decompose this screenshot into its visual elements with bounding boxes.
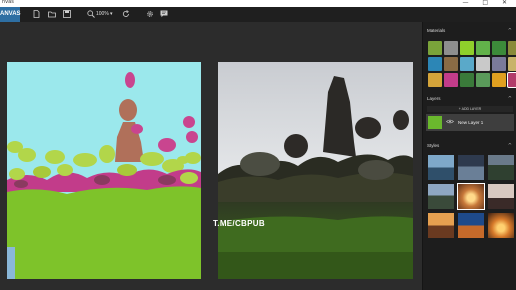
- collapse-styles-icon[interactable]: ^: [508, 143, 512, 149]
- style-thumb-3[interactable]: [488, 155, 514, 180]
- save-icon[interactable]: [63, 10, 71, 20]
- app-logo: ANVAS: [0, 7, 21, 22]
- material-straw[interactable]: [428, 73, 442, 87]
- reset-view-icon[interactable]: [122, 10, 130, 20]
- feedback-icon[interactable]: [160, 10, 168, 20]
- settings-icon[interactable]: [146, 10, 154, 20]
- style-thumb-2[interactable]: [458, 155, 484, 180]
- material-flower[interactable]: [444, 73, 458, 87]
- material-hill[interactable]: [508, 41, 516, 55]
- style-thumb-6[interactable]: [488, 184, 514, 209]
- open-file-icon[interactable]: [48, 10, 56, 20]
- window-controls[interactable]: — □ ✕: [462, 0, 513, 6]
- style-thumb-5[interactable]: [457, 183, 485, 210]
- style-thumb-7[interactable]: [428, 213, 454, 238]
- style-thumb-4[interactable]: [428, 184, 454, 209]
- collapse-layers-icon[interactable]: ^: [508, 96, 512, 102]
- material-sky[interactable]: [460, 57, 474, 71]
- materials-heading: Materials: [427, 28, 446, 33]
- layer-name: New Layer 1: [458, 120, 484, 125]
- close-button[interactable]: ✕: [502, 0, 513, 6]
- material-tree-2[interactable]: [460, 73, 474, 87]
- right-panel: Materials ^ Layers ^ + ADD LAYER New Lay…: [422, 22, 516, 290]
- material-bush[interactable]: [492, 41, 506, 55]
- segmentation-canvas[interactable]: [7, 62, 201, 279]
- layers-heading: Layers: [427, 96, 441, 101]
- material-cloth[interactable]: [507, 72, 516, 88]
- zoom-icon[interactable]: [87, 10, 95, 20]
- new-file-icon[interactable]: [33, 10, 40, 20]
- material-grass[interactable]: [460, 41, 474, 55]
- material-plant[interactable]: [476, 73, 490, 87]
- title-bar: nvas — □ ✕: [0, 0, 516, 7]
- styles-grid: [428, 155, 514, 238]
- add-layer-button[interactable]: + ADD LAYER: [427, 106, 513, 112]
- style-thumb-8[interactable]: [458, 213, 484, 238]
- minimize-button[interactable]: —: [462, 0, 474, 6]
- material-mountain[interactable]: [428, 41, 442, 55]
- material-cloud[interactable]: [444, 41, 458, 55]
- canvas-app: nvas — □ ✕ ANVAS 100% ▾ T.ME/CBPUB Mater…: [0, 0, 516, 290]
- material-sand[interactable]: [508, 57, 516, 71]
- material-rock[interactable]: [444, 57, 458, 71]
- material-snow[interactable]: [476, 57, 490, 71]
- style-thumb-9[interactable]: [488, 213, 514, 238]
- materials-grid: [428, 41, 516, 88]
- collapse-materials-icon[interactable]: ^: [508, 28, 512, 34]
- toolbar: ANVAS 100% ▾: [0, 7, 516, 22]
- watermark-text: T.ME/CBPUB: [213, 219, 265, 228]
- generated-image: [218, 62, 413, 279]
- material-fog[interactable]: [492, 57, 506, 71]
- zoom-level[interactable]: 100%: [96, 11, 109, 17]
- maximize-button[interactable]: □: [482, 0, 494, 6]
- layer-thumbnail: [428, 116, 442, 129]
- eye-icon[interactable]: [446, 119, 454, 126]
- styles-heading: Styles: [427, 143, 440, 148]
- style-thumb-1[interactable]: [428, 155, 454, 180]
- material-water[interactable]: [428, 57, 442, 71]
- chevron-down-icon[interactable]: ▾: [110, 11, 113, 17]
- layer-item[interactable]: New Layer 1: [426, 114, 514, 131]
- workspace: T.ME/CBPUB: [0, 22, 422, 290]
- window-title: nvas: [2, 0, 14, 5]
- material-tree[interactable]: [476, 41, 490, 55]
- material-sun[interactable]: [492, 73, 506, 87]
